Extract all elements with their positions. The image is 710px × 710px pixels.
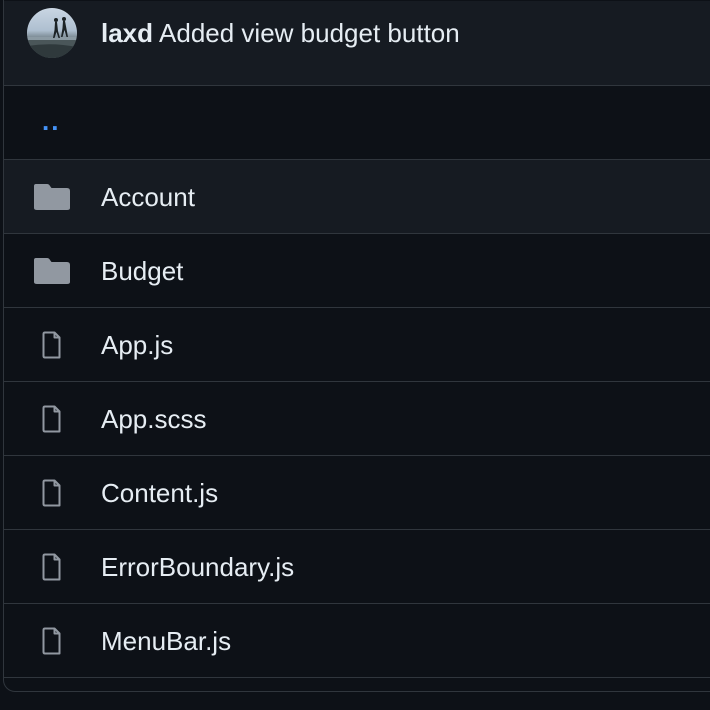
parent-directory-row[interactable]: .. (4, 86, 710, 160)
latest-commit-header: laxd Added view budget button (4, 1, 710, 86)
author-avatar[interactable] (27, 8, 77, 58)
avatar-image (27, 17, 77, 58)
commit-message-link[interactable]: Added view budget button (159, 18, 460, 48)
file-row[interactable]: App.scss (4, 382, 710, 456)
folder-icon (33, 183, 71, 211)
folder-name-link[interactable]: Account (101, 181, 195, 213)
file-row[interactable]: ErrorBoundary.js (4, 530, 710, 604)
folder-name-link[interactable]: Budget (101, 255, 183, 287)
file-row[interactable]: MenuBar.js (4, 604, 710, 678)
folder-icon (33, 257, 71, 285)
folder-row[interactable]: Account (4, 160, 710, 234)
file-row[interactable]: Content.js (4, 456, 710, 530)
file-name-link[interactable]: ErrorBoundary.js (101, 551, 294, 583)
file-name-link[interactable]: App.scss (101, 403, 207, 435)
commit-author-link[interactable]: laxd (101, 18, 153, 48)
file-icon (33, 405, 71, 433)
file-name-link[interactable]: Content.js (101, 477, 218, 509)
file-icon (33, 553, 71, 581)
parent-directory-link[interactable]: .. (42, 106, 60, 136)
commit-summary: laxd Added view budget button (101, 18, 460, 48)
file-icon (33, 479, 71, 507)
folder-row[interactable]: Budget (4, 234, 710, 308)
file-browser-panel: laxd Added view budget button .. Account B… (3, 0, 710, 692)
file-name-link[interactable]: MenuBar.js (101, 625, 231, 657)
file-name-link[interactable]: App.js (101, 329, 173, 361)
file-icon (33, 331, 71, 359)
file-list: Account Budget App.js App.scss Content.js Err… (4, 160, 710, 678)
file-row[interactable]: App.js (4, 308, 710, 382)
file-icon (33, 627, 71, 655)
